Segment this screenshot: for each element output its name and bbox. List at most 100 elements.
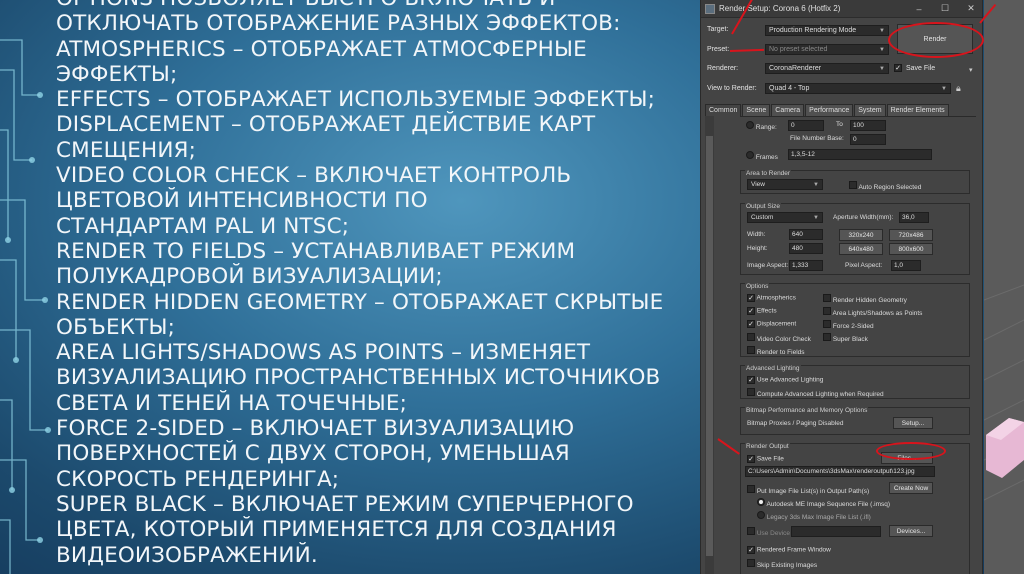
width-input[interactable]: 640 [789,229,823,240]
text-line: Render to Fields – устанавливает режим [56,238,576,264]
displacement-checkbox[interactable]: ✓ [747,320,755,328]
advanced-lighting-title: Advanced Lighting [745,365,801,372]
chevron-down-icon: ▼ [879,46,885,53]
save-file-checkbox[interactable]: ✓ [894,64,902,72]
output-path-field[interactable]: C:\Users\Admin\Documents\3dsMax\renderou… [745,466,935,477]
text-line: отключать отображение разных эффектов: [56,11,621,37]
atmospherics-label: Atmospherics [756,294,796,302]
area-lights-label: Area Lights/Shadows as Points [832,310,923,317]
tab-scene[interactable]: Scene [742,104,771,116]
autodesk-radio[interactable] [757,498,765,506]
autodesk-label: Autodesk ME Image Sequence File (.imsq) [766,501,891,508]
render-to-fields-checkbox[interactable] [747,346,755,354]
close-button[interactable]: ✕ [960,3,982,14]
area-to-render-title: Area to Render [745,170,792,177]
minimize-button[interactable]: – [908,4,930,14]
text-line: OPTIONS позволяет быстро включать и [56,0,716,11]
renderer-label: Renderer: [707,65,739,72]
range-label: Range: [755,124,777,131]
super-black-label: Super Black [832,336,868,343]
annotation-circle-files [876,442,946,460]
menu-arrow-icon[interactable]: ▾ [969,66,973,74]
aperture-input[interactable]: 36,0 [899,212,929,223]
height-input[interactable]: 480 [789,243,823,254]
image-aspect-input[interactable]: 1,333 [789,260,823,271]
to-label: To [836,121,843,128]
range-from-input[interactable]: 0 [788,120,824,131]
rendered-frame-window-checkbox[interactable]: ✓ [747,546,755,554]
range-to-input[interactable]: 100 [850,120,886,131]
area-lights-checkbox[interactable] [823,307,831,315]
setup-button[interactable]: Setup... [893,417,933,429]
options-title: Options [745,283,770,290]
render-output-title: Render Output [745,443,790,450]
use-advanced-lighting-checkbox[interactable]: ✓ [747,376,755,384]
text-line: цвета, который применяется для создания [56,517,617,543]
use-device-label: Use Device [756,530,791,537]
text-line: визуализацию пространственных источников [56,365,661,391]
restore-button[interactable]: ☐ [934,3,956,14]
tab-common[interactable]: Common [705,104,742,116]
text-line: эффекты; [56,61,178,87]
skip-existing-images-checkbox[interactable] [747,559,755,567]
tab-camera[interactable]: Camera [771,104,805,116]
bitmap-options-group: Bitmap Performance and Memory Options Bi… [740,407,970,435]
text-line: Super Black – включает режим суперчерног… [56,491,634,517]
viewport-area [983,0,1024,574]
text-line: Effects – отображает используемые эффект… [56,87,655,113]
view-to-render-label: View to Render: [707,85,757,92]
scrollbar[interactable] [705,116,714,574]
text-line: смещения; [56,137,197,163]
text-line: Video Color Check – включает контроль [56,163,572,189]
renderer-dropdown[interactable]: CoronaRenderer ▼ [765,63,889,74]
create-now-button[interactable]: Create Now [889,482,933,494]
target-label: Target: [707,26,729,33]
preset-dropdown[interactable]: No preset selected ▼ [765,44,889,55]
auto-region-checkbox[interactable] [849,181,857,189]
video-color-check-checkbox[interactable] [747,333,755,341]
tab-system[interactable]: System [854,104,886,116]
skip-existing-images-label: Skip Existing Images [756,562,818,569]
common-panel: Range: 0 To 100 File Number Base: 0 Fram… [740,116,976,574]
effects-checkbox[interactable]: ✓ [747,307,755,315]
frames-input[interactable]: 1,3,5-12 [788,149,932,160]
legacy-radio[interactable] [757,511,765,519]
force-2-sided-checkbox[interactable] [823,320,831,328]
use-device-checkbox[interactable] [747,527,755,535]
preset-800x600-button[interactable]: 800x600 [889,243,933,255]
preset-320x240-button[interactable]: 320x240 [839,229,883,241]
text-line: света и теней на точечные; [56,390,408,416]
lock-icon[interactable]: 🔒︎ [956,83,961,94]
frames-label: Frames [755,154,778,161]
atmospherics-checkbox[interactable]: ✓ [747,294,755,302]
compute-advanced-lighting-checkbox[interactable] [747,388,755,396]
chevron-down-icon: ▼ [879,27,885,34]
devices-button[interactable]: Devices... [889,525,933,537]
view-dropdown[interactable]: Quad 4 - Top ▼ [765,83,951,94]
text-line: Atmospherics – отображает атмосферные [56,36,587,62]
chevron-down-icon: ▼ [879,65,885,72]
put-image-checkbox[interactable] [747,485,755,493]
preset-640x480-button[interactable]: 640x480 [839,243,883,255]
target-dropdown[interactable]: Production Rendering Mode ▼ [765,25,889,36]
tab-render-elements[interactable]: Render Elements [886,104,949,116]
tab-bar: Common Scene Camera Performance System R… [705,104,950,116]
preset-720x486-button[interactable]: 720x486 [889,229,933,241]
area-dropdown[interactable]: View ▼ [747,179,823,190]
render-hidden-geometry-checkbox[interactable] [823,294,831,302]
use-advanced-lighting-label: Use Advanced Lighting [756,376,824,384]
render-output-group: Render Output ✓ Save File Files... C:\Us… [740,443,970,574]
tab-performance[interactable]: Performance [805,104,854,116]
bitmap-options-title: Bitmap Performance and Memory Options [745,407,869,414]
scrollbar-thumb[interactable] [706,136,713,556]
circuit-decoration [0,39,51,574]
file-number-base-input[interactable]: 0 [850,134,886,145]
slide-body-text: OPTIONS позволяет быстро включать иотклю… [56,0,716,568]
video-color-check-label: Video Color Check [756,336,811,343]
advanced-lighting-group: Advanced Lighting ✓ Use Advanced Lightin… [740,365,970,399]
put-image-label: Put Image File List(s) in Output Path(s) [756,488,870,495]
render-output-save-file-checkbox[interactable]: ✓ [747,455,755,463]
output-preset-dropdown[interactable]: Custom ▼ [747,212,823,223]
super-black-checkbox[interactable] [823,333,831,341]
pixel-aspect-input[interactable]: 1,0 [891,260,921,271]
